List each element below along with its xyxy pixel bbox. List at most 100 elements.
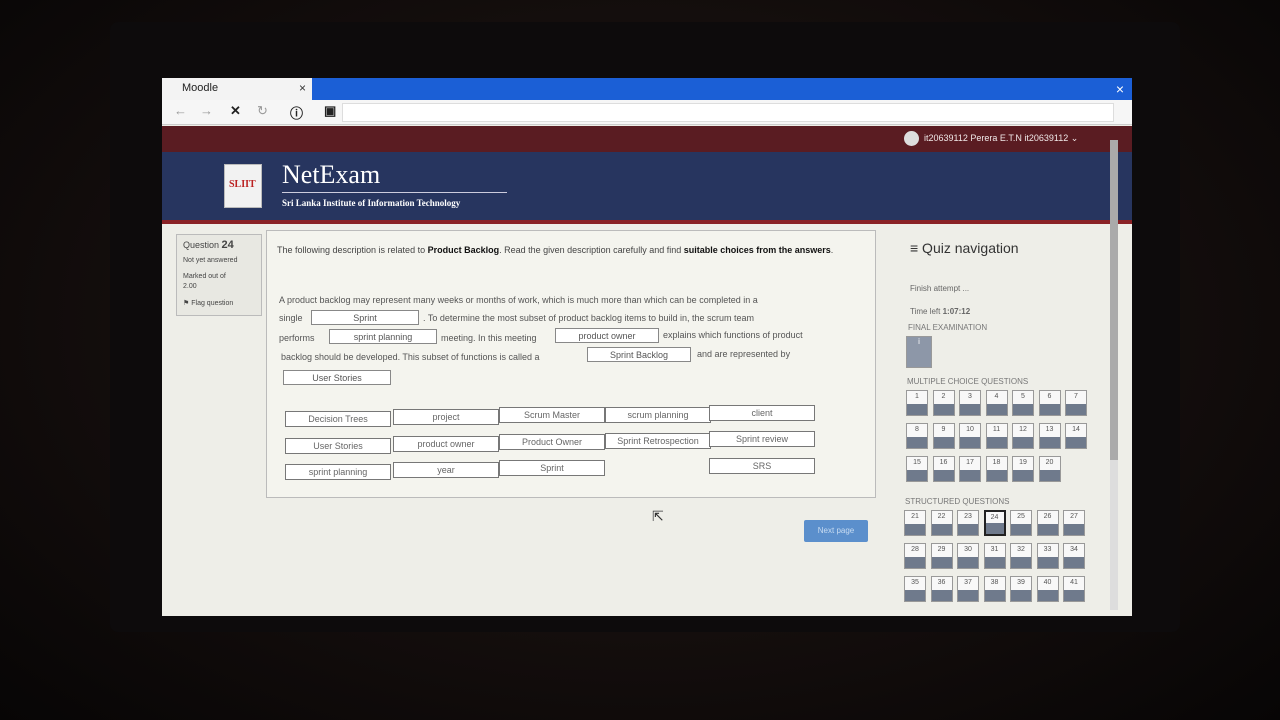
question-nav-button[interactable]: 6: [1038, 390, 1061, 416]
tab-close-icon[interactable]: ×: [299, 81, 306, 95]
site-banner: SLIIT NetExam Sri Lanka Institute of Inf…: [162, 152, 1132, 220]
answer-option[interactable]: Scrum Master: [499, 407, 605, 423]
back-icon[interactable]: ←: [174, 103, 187, 118]
question-nav-button[interactable]: 15: [906, 456, 928, 482]
tab-title: Moodle: [182, 82, 219, 94]
page-icon[interactable]: ▣: [324, 103, 336, 119]
brand-subtitle: Sri Lanka Institute of Information Techn…: [282, 198, 461, 208]
question-nav-button[interactable]: 29: [930, 543, 953, 569]
question-nav-button[interactable]: 20: [1038, 456, 1061, 482]
brand-divider: [282, 192, 507, 193]
question-nav-button[interactable]: 22: [930, 510, 953, 536]
user-name[interactable]: it20639112 Perera E.T.N it20639112 ⌄: [924, 133, 1078, 144]
tab-bar: Moodle × ×: [162, 78, 1132, 100]
question-nav-button[interactable]: 26: [1036, 510, 1059, 536]
question-nav-button[interactable]: 33: [1036, 543, 1059, 569]
question-content: The following description is related to …: [266, 230, 876, 498]
info-icon[interactable]: ⓘ: [290, 103, 303, 122]
question-nav-button[interactable]: 25: [1010, 510, 1032, 536]
question-nav-button[interactable]: 14: [1065, 423, 1087, 449]
finish-attempt-link[interactable]: Finish attempt ...: [910, 284, 969, 293]
marked-out-of-label: Marked out of: [183, 273, 226, 280]
chevron-down-icon: ⌄: [1070, 133, 1079, 143]
answer-option[interactable]: Product Owner: [499, 434, 605, 450]
question-nav-button[interactable]: 2: [932, 390, 955, 416]
passage-text: . To determine the most subset of produc…: [423, 313, 754, 323]
question-nav-button[interactable]: 16: [932, 456, 955, 482]
structured-section-label: STRUCTURED QUESTIONS: [905, 497, 1010, 506]
question-nav-button[interactable]: 38: [983, 576, 1006, 602]
answer-option[interactable]: sprint planning: [285, 464, 391, 480]
question-nav-button[interactable]: 7: [1065, 390, 1087, 416]
question-nav-button[interactable]: 28: [904, 543, 926, 569]
drop-zone-4[interactable]: Sprint Backlog: [587, 347, 691, 362]
answer-option[interactable]: Sprint Retrospection: [605, 433, 711, 449]
answer-option[interactable]: product owner: [393, 436, 499, 452]
avatar[interactable]: [904, 131, 919, 146]
question-nav-button[interactable]: 9: [932, 423, 955, 449]
brand-title: NetExam: [282, 160, 381, 189]
answer-option[interactable]: Decision Trees: [285, 411, 391, 427]
answer-option[interactable]: year: [393, 462, 499, 478]
drop-zone-1[interactable]: Sprint: [311, 310, 419, 325]
navigation-bar: ← → ✕ ↻ ⓘ ▣: [162, 100, 1132, 125]
time-left: Time left 1:07:12: [910, 307, 971, 316]
answer-option[interactable]: Sprint: [499, 460, 605, 476]
answer-option[interactable]: Sprint review: [709, 431, 815, 447]
question-nav-button[interactable]: 31: [983, 543, 1006, 569]
question-nav-button[interactable]: 30: [957, 543, 979, 569]
question-nav-button[interactable]: 19: [1012, 456, 1034, 482]
answer-option[interactable]: SRS: [709, 458, 815, 474]
answer-option[interactable]: User Stories: [285, 438, 391, 454]
answer-option[interactable]: client: [709, 405, 815, 421]
question-nav-button[interactable]: 41: [1063, 576, 1085, 602]
drop-zone-5[interactable]: User Stories: [283, 370, 391, 385]
question-nav-button[interactable]: 40: [1036, 576, 1059, 602]
question-nav-button[interactable]: 32: [1010, 543, 1032, 569]
question-nav-button[interactable]: 12: [1012, 423, 1034, 449]
forward-icon[interactable]: →: [200, 103, 213, 118]
scrollbar-thumb[interactable]: [1110, 140, 1118, 460]
next-page-button[interactable]: Next page: [804, 520, 868, 542]
question-info: Question 24 Not yet answered Marked out …: [176, 234, 262, 316]
question-nav-button[interactable]: 21: [904, 510, 926, 536]
question-nav-button[interactable]: 3: [959, 390, 981, 416]
drop-zone-3[interactable]: product owner: [555, 328, 659, 343]
question-nav-button[interactable]: 10: [959, 423, 981, 449]
question-marks: 2.00: [183, 283, 197, 290]
drop-zone-2[interactable]: sprint planning: [329, 329, 437, 344]
question-number: Question 24: [183, 239, 234, 251]
answer-option[interactable]: scrum planning: [605, 407, 711, 423]
passage-text: and are represented by: [697, 349, 791, 359]
question-nav-button[interactable]: 1: [906, 390, 928, 416]
question-nav-button[interactable]: 23: [957, 510, 979, 536]
answer-option[interactable]: project: [393, 409, 499, 425]
question-nav-button[interactable]: 34: [1063, 543, 1085, 569]
question-nav-button[interactable]: 27: [1063, 510, 1085, 536]
mcq-section-label: MULTIPLE CHOICE QUESTIONS: [907, 377, 1029, 386]
question-nav-button[interactable]: 8: [906, 423, 928, 449]
question-nav-button[interactable]: 4: [985, 390, 1008, 416]
passage-text: meeting. In this meeting: [441, 333, 537, 343]
question-nav-button[interactable]: 5: [1012, 390, 1034, 416]
stop-icon[interactable]: ✕: [230, 103, 241, 119]
reload-icon[interactable]: ↻: [257, 103, 268, 119]
question-nav-button[interactable]: 35: [904, 576, 926, 602]
question-nav-button[interactable]: 17: [959, 456, 981, 482]
passage-text: backlog should be developed. This subset…: [281, 352, 540, 362]
passage-text: performs: [279, 333, 315, 343]
mouse-cursor-icon: ⇱: [652, 508, 664, 524]
question-nav-button[interactable]: 18: [985, 456, 1008, 482]
question-nav-button[interactable]: 13: [1038, 423, 1061, 449]
flag-question-link[interactable]: ⚑ Flag question: [183, 299, 233, 307]
question-nav-button[interactable]: 36: [930, 576, 953, 602]
question-nav-button[interactable]: 11: [985, 423, 1008, 449]
question-nav-button[interactable]: 24: [983, 510, 1006, 536]
window-close-icon[interactable]: ×: [1112, 81, 1128, 97]
question-nav-button[interactable]: 37: [957, 576, 979, 602]
url-bar[interactable]: [342, 103, 1114, 122]
question-nav-button[interactable]: 39: [1010, 576, 1032, 602]
tab-moodle[interactable]: Moodle ×: [162, 78, 312, 100]
passage-text: explains which functions of product: [663, 330, 803, 340]
info-page-button[interactable]: i: [906, 336, 932, 368]
